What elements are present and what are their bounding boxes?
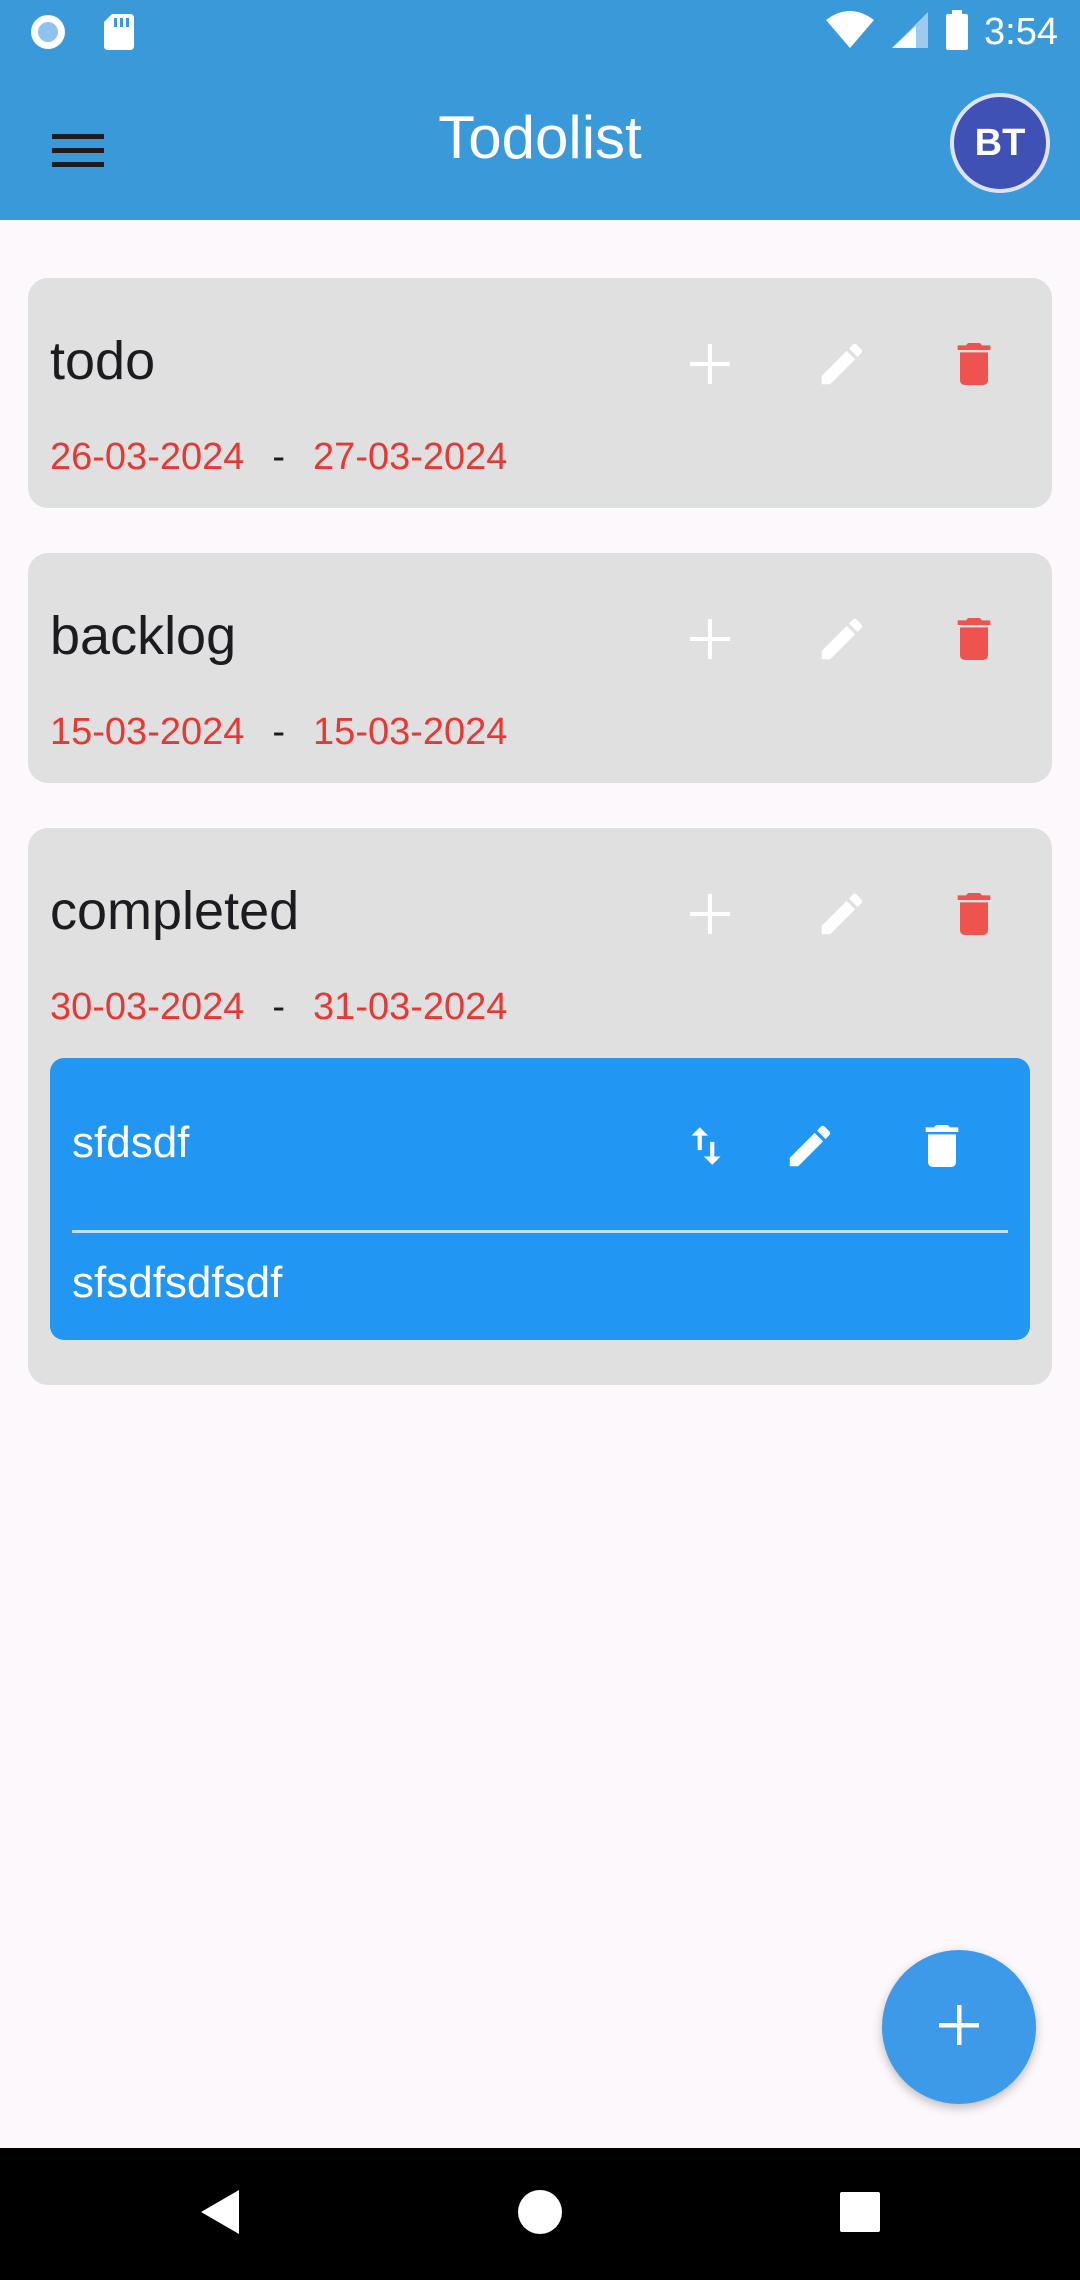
add-icon [688,342,732,390]
delete-task-button[interactable] [906,1112,978,1184]
add-icon [936,2002,982,2052]
start-date: 30-03-2024 [50,986,245,1028]
recents-icon [839,2191,881,2237]
sd-card-icon [102,12,136,56]
system-nav-bar [0,2148,1080,2280]
task-divider [72,1230,1008,1233]
edit-list-button[interactable] [806,330,878,402]
app-bar: Todolist BT [0,63,1080,220]
delete-icon [946,611,1002,671]
add-task-button[interactable] [674,880,746,952]
end-date: 15-03-2024 [313,711,508,753]
swap-vert-icon [681,1119,731,1177]
wifi-icon [824,8,876,56]
radio-icon [28,12,68,56]
add-icon [688,892,732,940]
list-name: completed [50,881,300,941]
edit-list-button[interactable] [806,880,878,952]
home-icon [516,2188,564,2240]
signal-icon [890,8,930,56]
start-date: 26-03-2024 [50,436,245,478]
end-date: 27-03-2024 [313,436,508,478]
delete-list-button[interactable] [938,605,1010,677]
edit-icon [783,1119,837,1177]
date-range: 30-03-2024 - 31-03-2024 [50,986,507,1029]
list-card-completed: completed 30-03-2024 - 31-03-2024 sfdsdf… [28,828,1052,1385]
start-date: 15-03-2024 [50,711,245,753]
edit-icon [815,887,869,945]
edit-task-button[interactable] [774,1112,846,1184]
delete-icon [914,1118,970,1178]
back-button[interactable] [190,2184,250,2244]
add-task-button[interactable] [674,605,746,677]
edit-list-button[interactable] [806,605,878,677]
delete-list-button[interactable] [938,880,1010,952]
recents-button[interactable] [830,2184,890,2244]
home-button[interactable] [510,2184,570,2244]
add-task-button[interactable] [674,330,746,402]
page-title: Todolist [438,104,642,171]
list-name: backlog [50,606,237,666]
end-date: 31-03-2024 [313,986,508,1028]
list-card-todo: todo 26-03-2024 - 27-03-2024 [28,278,1052,508]
edit-icon [815,612,869,670]
add-list-fab[interactable] [882,1950,1036,2104]
delete-icon [946,336,1002,396]
avatar[interactable]: BT [950,93,1050,193]
clock: 3:54 [984,10,1058,53]
date-range: 15-03-2024 - 15-03-2024 [50,711,507,754]
battery-icon [944,8,970,56]
delete-list-button[interactable] [938,330,1010,402]
date-range: 26-03-2024 - 27-03-2024 [50,436,507,479]
list-name: todo [50,331,156,391]
task-title: sfdsdf [72,1118,190,1167]
date-separator: - [272,711,286,753]
date-separator: - [272,436,286,478]
move-task-button[interactable] [670,1112,742,1184]
task-description: sfsdfsdfsdf [72,1258,283,1307]
list-card-backlog: backlog 15-03-2024 - 15-03-2024 [28,553,1052,783]
status-bar: 3:54 [0,0,1080,63]
date-separator: - [272,986,286,1028]
delete-icon [946,886,1002,946]
back-icon [197,2187,243,2241]
add-icon [688,617,732,665]
task-card[interactable]: sfdsdf sfsdfsdfsdf [50,1058,1030,1340]
edit-icon [815,337,869,395]
